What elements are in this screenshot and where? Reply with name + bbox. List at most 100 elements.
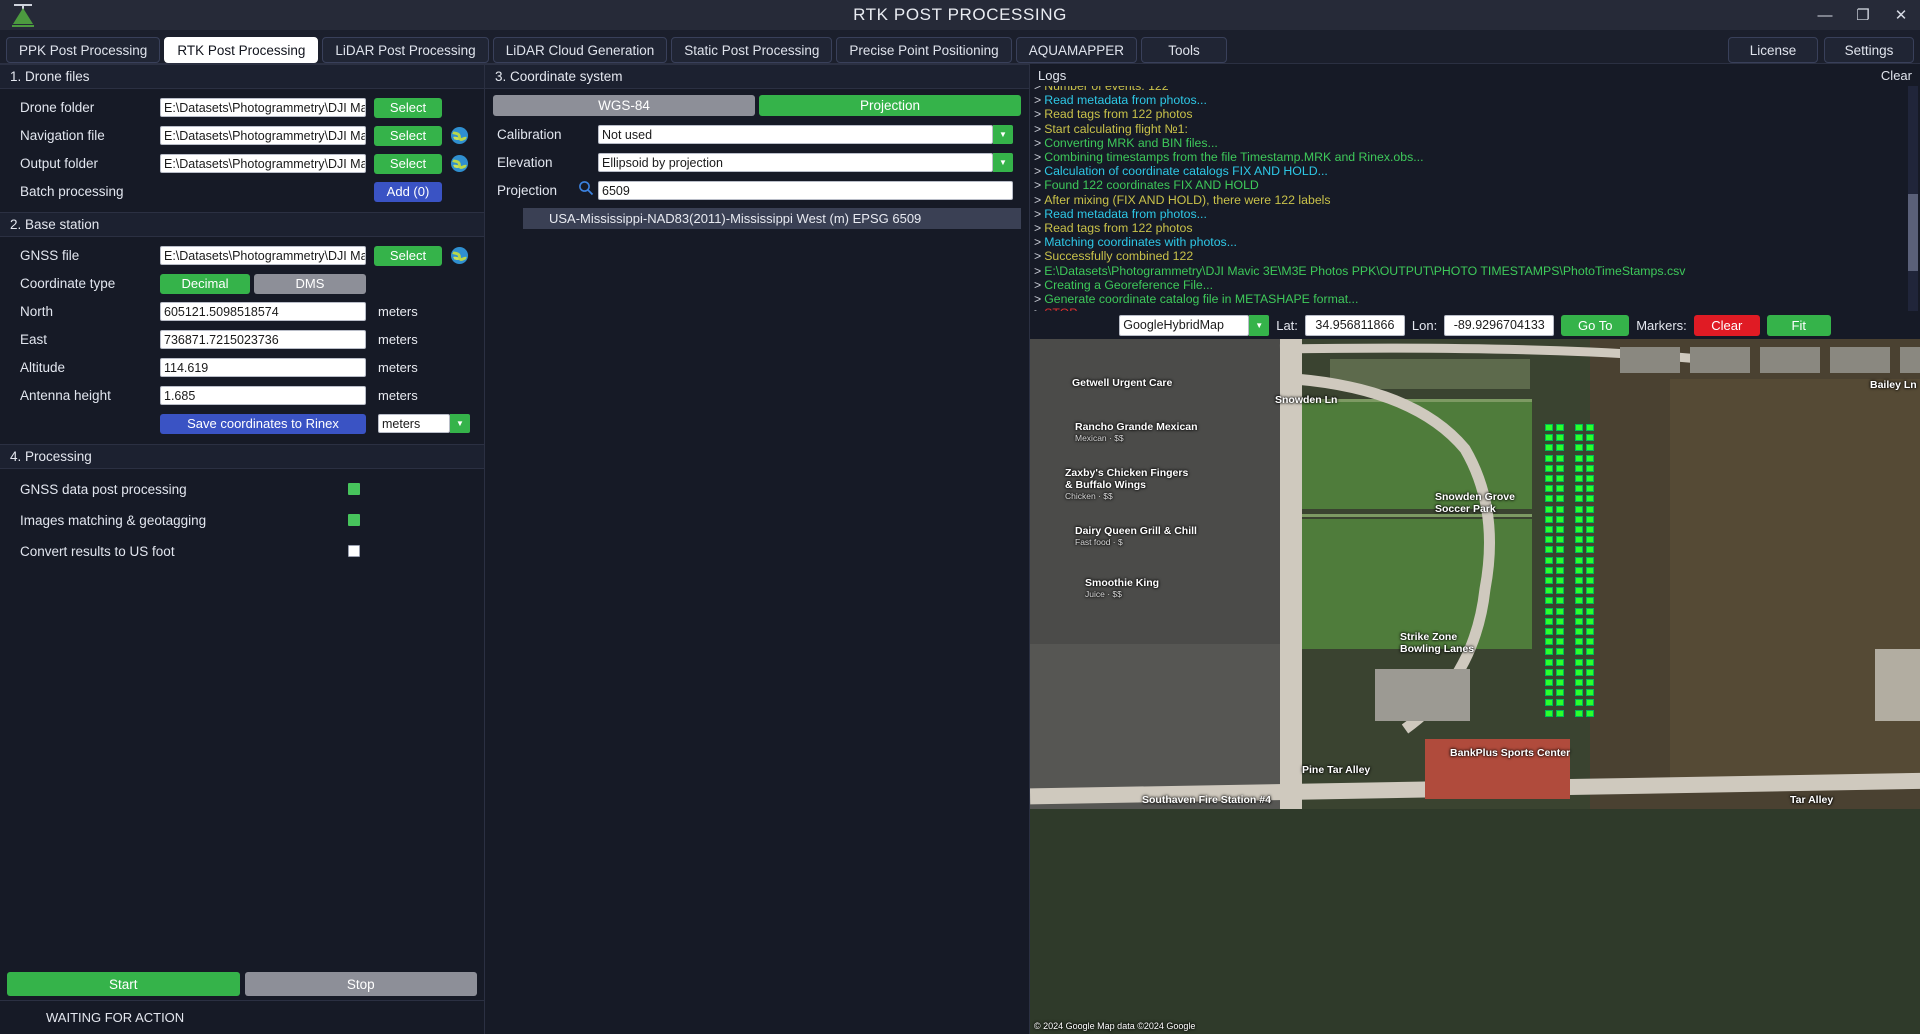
waypoint-marker[interactable]: [1545, 546, 1553, 554]
waypoint-marker[interactable]: [1586, 566, 1594, 574]
waypoint-marker[interactable]: [1586, 495, 1594, 503]
images-matching-checkbox[interactable]: [348, 514, 360, 526]
waypoint-marker[interactable]: [1545, 587, 1553, 595]
lat-input[interactable]: 34.956811866: [1304, 314, 1405, 336]
waypoint-marker[interactable]: [1556, 434, 1564, 442]
waypoint-marker[interactable]: [1545, 617, 1553, 625]
navigation-file-input[interactable]: E:\Datasets\Photogrammetry\DJI Mavic 3E: [160, 126, 366, 145]
map-place[interactable]: Snowden Grove Soccer Park: [1435, 491, 1515, 515]
waypoint-marker[interactable]: [1545, 515, 1553, 523]
projection-result-item[interactable]: USA-Mississippi-NAD83(2011)-Mississippi …: [523, 208, 1021, 229]
gnss-file-select-button[interactable]: Select: [374, 245, 442, 266]
close-button[interactable]: ✕: [1882, 0, 1920, 30]
waypoint-marker[interactable]: [1545, 475, 1553, 482]
logs-clear-button[interactable]: Clear: [1881, 68, 1912, 83]
waypoint-marker[interactable]: [1586, 587, 1594, 595]
waypoint-marker[interactable]: [1556, 668, 1564, 676]
waypoint-marker[interactable]: [1575, 556, 1583, 564]
waypoint-marker[interactable]: [1556, 617, 1564, 625]
waypoint-marker[interactable]: [1586, 536, 1594, 544]
waypoint-marker[interactable]: [1575, 464, 1583, 472]
waypoint-marker[interactable]: [1575, 587, 1583, 595]
waypoint-marker[interactable]: [1586, 515, 1594, 523]
waypoint-marker[interactable]: [1556, 536, 1564, 544]
units-dropdown-value[interactable]: meters: [378, 414, 450, 433]
waypoint-marker[interactable]: [1575, 668, 1583, 676]
waypoint-marker[interactable]: [1586, 658, 1594, 666]
tab-lidar-cloud-generation[interactable]: LiDAR Cloud Generation: [492, 37, 668, 63]
search-icon[interactable]: [578, 180, 598, 201]
waypoint-marker[interactable]: [1575, 515, 1583, 523]
waypoint-marker[interactable]: [1575, 597, 1583, 605]
waypoint-marker[interactable]: [1545, 485, 1553, 493]
waypoint-marker[interactable]: [1556, 689, 1564, 697]
waypoint-marker[interactable]: [1545, 424, 1553, 431]
waypoint-marker[interactable]: [1575, 536, 1583, 544]
waypoint-marker[interactable]: [1586, 434, 1594, 442]
waypoint-marker[interactable]: [1556, 475, 1564, 482]
calibration-value[interactable]: Not used: [598, 125, 993, 144]
chevron-down-icon[interactable]: ▼: [450, 414, 470, 433]
goto-button[interactable]: Go To: [1561, 314, 1630, 336]
waypoint-marker[interactable]: [1545, 505, 1553, 513]
north-input[interactable]: 605121.5098518574: [160, 302, 366, 321]
map-place[interactable]: Pine Tar Alley: [1302, 764, 1370, 776]
map-place[interactable]: Rancho Grande Mexican Mexican · $$: [1075, 421, 1198, 443]
waypoint-marker[interactable]: [1545, 526, 1553, 533]
waypoint-marker[interactable]: [1545, 577, 1553, 584]
waypoint-marker[interactable]: [1586, 648, 1594, 656]
waypoint-marker[interactable]: [1575, 505, 1583, 513]
stop-button[interactable]: Stop: [244, 972, 477, 996]
waypoint-marker[interactable]: [1556, 607, 1564, 615]
waypoint-marker[interactable]: [1586, 444, 1594, 452]
waypoint-marker[interactable]: [1575, 648, 1583, 656]
waypoint-marker[interactable]: [1556, 658, 1564, 666]
east-input[interactable]: 736871.7215023736: [160, 330, 366, 349]
globe-icon[interactable]: [450, 126, 469, 145]
chevron-down-icon[interactable]: ▼: [1249, 314, 1270, 336]
logs-scrollbar-thumb[interactable]: [1908, 194, 1918, 271]
waypoint-marker[interactable]: [1586, 454, 1594, 462]
basemap-dropdown[interactable]: GoogleHybridMap ▼: [1119, 314, 1270, 336]
minimize-button[interactable]: —: [1806, 0, 1844, 30]
chevron-down-icon[interactable]: ▼: [993, 125, 1013, 144]
waypoint-marker[interactable]: [1575, 689, 1583, 697]
waypoint-marker[interactable]: [1545, 638, 1553, 646]
waypoint-marker[interactable]: [1575, 617, 1583, 625]
batch-add-button[interactable]: Add (0): [374, 181, 442, 202]
map-place[interactable]: Tar Alley: [1790, 794, 1833, 806]
waypoint-marker[interactable]: [1586, 546, 1594, 554]
waypoint-marker[interactable]: [1545, 464, 1553, 472]
calibration-dropdown[interactable]: Not used ▼: [598, 125, 1013, 144]
coordinate-type-decimal-button[interactable]: Decimal: [160, 273, 250, 294]
markers-clear-button[interactable]: Clear: [1693, 314, 1760, 336]
waypoint-marker[interactable]: [1586, 607, 1594, 615]
output-folder-input[interactable]: E:\Datasets\Photogrammetry\DJI Mavic 3E: [160, 154, 366, 173]
waypoint-marker[interactable]: [1545, 536, 1553, 544]
map-place[interactable]: Bailey Ln: [1870, 379, 1917, 391]
waypoint-marker[interactable]: [1586, 597, 1594, 605]
waypoint-marker[interactable]: [1586, 526, 1594, 533]
map-place[interactable]: Smoothie King Juice · $$: [1085, 577, 1159, 599]
license-button[interactable]: License: [1728, 37, 1818, 63]
waypoint-marker[interactable]: [1545, 699, 1553, 707]
map-place[interactable]: Zaxby's Chicken Fingers & Buffalo Wings Ch…: [1065, 467, 1188, 501]
waypoint-marker[interactable]: [1575, 679, 1583, 686]
waypoint-marker[interactable]: [1575, 475, 1583, 482]
navigation-file-select-button[interactable]: Select: [374, 125, 442, 146]
waypoint-marker[interactable]: [1556, 464, 1564, 472]
tab-static-post-processing[interactable]: Static Post Processing: [671, 37, 833, 63]
waypoint-marker[interactable]: [1575, 607, 1583, 615]
convert-us-foot-checkbox[interactable]: [348, 545, 360, 557]
elevation-dropdown[interactable]: Ellipsoid by projection ▼: [598, 153, 1013, 172]
output-folder-select-button[interactable]: Select: [374, 153, 442, 174]
waypoint-marker[interactable]: [1575, 709, 1583, 717]
waypoint-marker[interactable]: [1545, 566, 1553, 574]
waypoint-marker[interactable]: [1575, 628, 1583, 635]
waypoint-marker[interactable]: [1545, 444, 1553, 452]
waypoint-marker[interactable]: [1545, 556, 1553, 564]
waypoint-marker[interactable]: [1575, 495, 1583, 503]
waypoint-marker[interactable]: [1556, 648, 1564, 656]
coordinate-type-dms-button[interactable]: DMS: [254, 273, 366, 294]
waypoint-marker[interactable]: [1556, 546, 1564, 554]
